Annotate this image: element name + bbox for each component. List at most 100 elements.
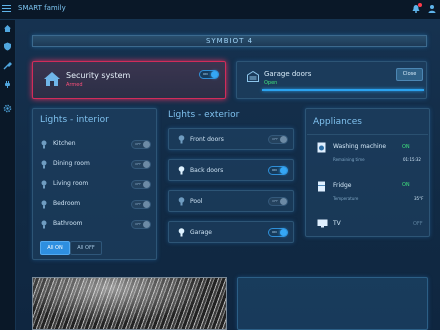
bulb-icon bbox=[41, 140, 47, 149]
divider bbox=[307, 134, 428, 135]
lights-exterior-title: Lights - exterior bbox=[168, 110, 240, 120]
appliance-detail-value: 35°F bbox=[414, 196, 424, 201]
light-name: Back doors bbox=[190, 167, 224, 174]
bulb-icon bbox=[178, 166, 185, 175]
light-name: Pool bbox=[190, 198, 203, 205]
toggle-text: OFF bbox=[272, 137, 278, 141]
list-item: Garage ON bbox=[168, 221, 294, 243]
list-item: Dining room OFF bbox=[41, 158, 151, 172]
light-toggle[interactable]: OFF bbox=[131, 200, 151, 209]
lights-interior-title: Lights - interior bbox=[40, 115, 109, 125]
all-on-button[interactable]: All ON bbox=[40, 241, 70, 255]
appliances-card: Appliances Washing machine ON Remaining … bbox=[305, 108, 430, 237]
appliance-detail-value: 01:15:32 bbox=[403, 157, 421, 162]
tv-icon bbox=[317, 219, 328, 228]
lights-interior-card: Lights - interior Kitchen OFF Dining roo… bbox=[32, 108, 157, 260]
washing-machine-icon bbox=[317, 142, 326, 153]
appliance-name: Washing machine bbox=[333, 143, 387, 150]
appliance-detail-key: Temperature bbox=[333, 196, 359, 201]
notification-badge bbox=[418, 3, 422, 7]
list-item: Bedroom OFF bbox=[41, 198, 151, 212]
toggle-text: ON bbox=[272, 230, 277, 234]
security-toggle[interactable]: ON bbox=[199, 70, 219, 79]
light-name: Bedroom bbox=[53, 200, 81, 207]
house-icon bbox=[44, 72, 60, 86]
security-toggle-text: ON bbox=[203, 72, 208, 76]
light-toggle[interactable]: OFF bbox=[131, 220, 151, 229]
garage-icon bbox=[247, 71, 259, 82]
home-icon[interactable] bbox=[3, 24, 12, 33]
toggle-text: OFF bbox=[135, 142, 141, 146]
shield-icon[interactable] bbox=[3, 42, 12, 51]
empty-panel bbox=[237, 277, 428, 330]
toggle-text: OFF bbox=[272, 199, 278, 203]
all-off-button[interactable]: All OFF bbox=[70, 241, 102, 255]
tool-icon[interactable] bbox=[3, 61, 12, 70]
gear-icon[interactable] bbox=[3, 104, 12, 113]
appliance-status: ON bbox=[402, 182, 410, 188]
list-item: Kitchen OFF bbox=[41, 138, 151, 152]
light-toggle[interactable]: ON bbox=[268, 166, 288, 175]
toggle-knob bbox=[143, 201, 150, 208]
light-toggle[interactable]: OFF bbox=[268, 135, 288, 144]
toggle-text: OFF bbox=[135, 202, 141, 206]
toggle-knob bbox=[211, 71, 218, 78]
light-toggle[interactable]: OFF bbox=[131, 180, 151, 189]
toggle-text: ON bbox=[272, 168, 277, 172]
sidebar bbox=[0, 20, 16, 330]
appliance-name: TV bbox=[333, 220, 341, 227]
bulb-icon bbox=[178, 228, 185, 237]
plug-icon[interactable] bbox=[3, 80, 12, 89]
toggle-knob bbox=[143, 161, 150, 168]
light-toggle[interactable]: OFF bbox=[131, 140, 151, 149]
app-title: SMART family bbox=[18, 4, 66, 12]
light-name: Front doors bbox=[190, 136, 224, 143]
toggle-knob bbox=[280, 136, 287, 143]
garage-progress-bar bbox=[262, 89, 424, 91]
toggle-knob bbox=[280, 167, 287, 174]
bulb-icon bbox=[41, 160, 47, 169]
brand-bar: SYMBIOT 4 bbox=[32, 35, 427, 47]
user-icon[interactable] bbox=[428, 4, 436, 13]
toggle-text: OFF bbox=[135, 182, 141, 186]
appliance-name: Fridge bbox=[333, 182, 352, 189]
bulb-icon bbox=[41, 200, 47, 209]
appliance-detail-key: Remaining time bbox=[333, 157, 365, 162]
light-toggle[interactable]: ON bbox=[268, 228, 288, 237]
toggle-knob bbox=[143, 181, 150, 188]
list-item: Pool OFF bbox=[168, 190, 294, 212]
light-toggle[interactable]: OFF bbox=[131, 160, 151, 169]
toggle-knob bbox=[143, 221, 150, 228]
list-item: Bathroom OFF bbox=[41, 218, 151, 232]
light-name: Bathroom bbox=[53, 220, 83, 227]
security-status: Armed bbox=[66, 82, 83, 88]
brand-logo-text: SYMBIOT 4 bbox=[205, 37, 254, 45]
list-item: Front doors OFF bbox=[168, 128, 294, 150]
garage-doors-card: Garage doors Open Close bbox=[236, 61, 427, 99]
top-bar: SMART family bbox=[0, 0, 440, 20]
light-name: Kitchen bbox=[53, 140, 76, 147]
bulb-icon bbox=[41, 220, 47, 229]
garage-doors-label: Garage doors bbox=[264, 70, 312, 78]
appliance-status: OFF bbox=[413, 221, 423, 227]
toggle-text: OFF bbox=[135, 162, 141, 166]
appliances-title: Appliances bbox=[313, 117, 362, 127]
security-system-card[interactable]: Security system Armed ON bbox=[32, 61, 226, 99]
bulb-icon bbox=[41, 180, 47, 189]
camera-photo[interactable] bbox=[32, 277, 227, 330]
menu-icon[interactable] bbox=[2, 5, 11, 13]
light-toggle[interactable]: OFF bbox=[268, 197, 288, 206]
garage-doors-status: Open bbox=[264, 80, 278, 86]
toggle-knob bbox=[280, 198, 287, 205]
bulb-icon bbox=[178, 197, 185, 206]
toggle-text: OFF bbox=[135, 222, 141, 226]
close-garage-button[interactable]: Close bbox=[396, 68, 423, 81]
list-item: Back doors ON bbox=[168, 159, 294, 181]
list-item: Living room OFF bbox=[41, 178, 151, 192]
light-name: Garage bbox=[190, 229, 212, 236]
bulb-icon bbox=[178, 135, 185, 144]
toggle-knob bbox=[280, 229, 287, 236]
fridge-icon bbox=[318, 181, 325, 192]
light-name: Living room bbox=[53, 180, 89, 187]
security-label: Security system bbox=[66, 71, 131, 80]
